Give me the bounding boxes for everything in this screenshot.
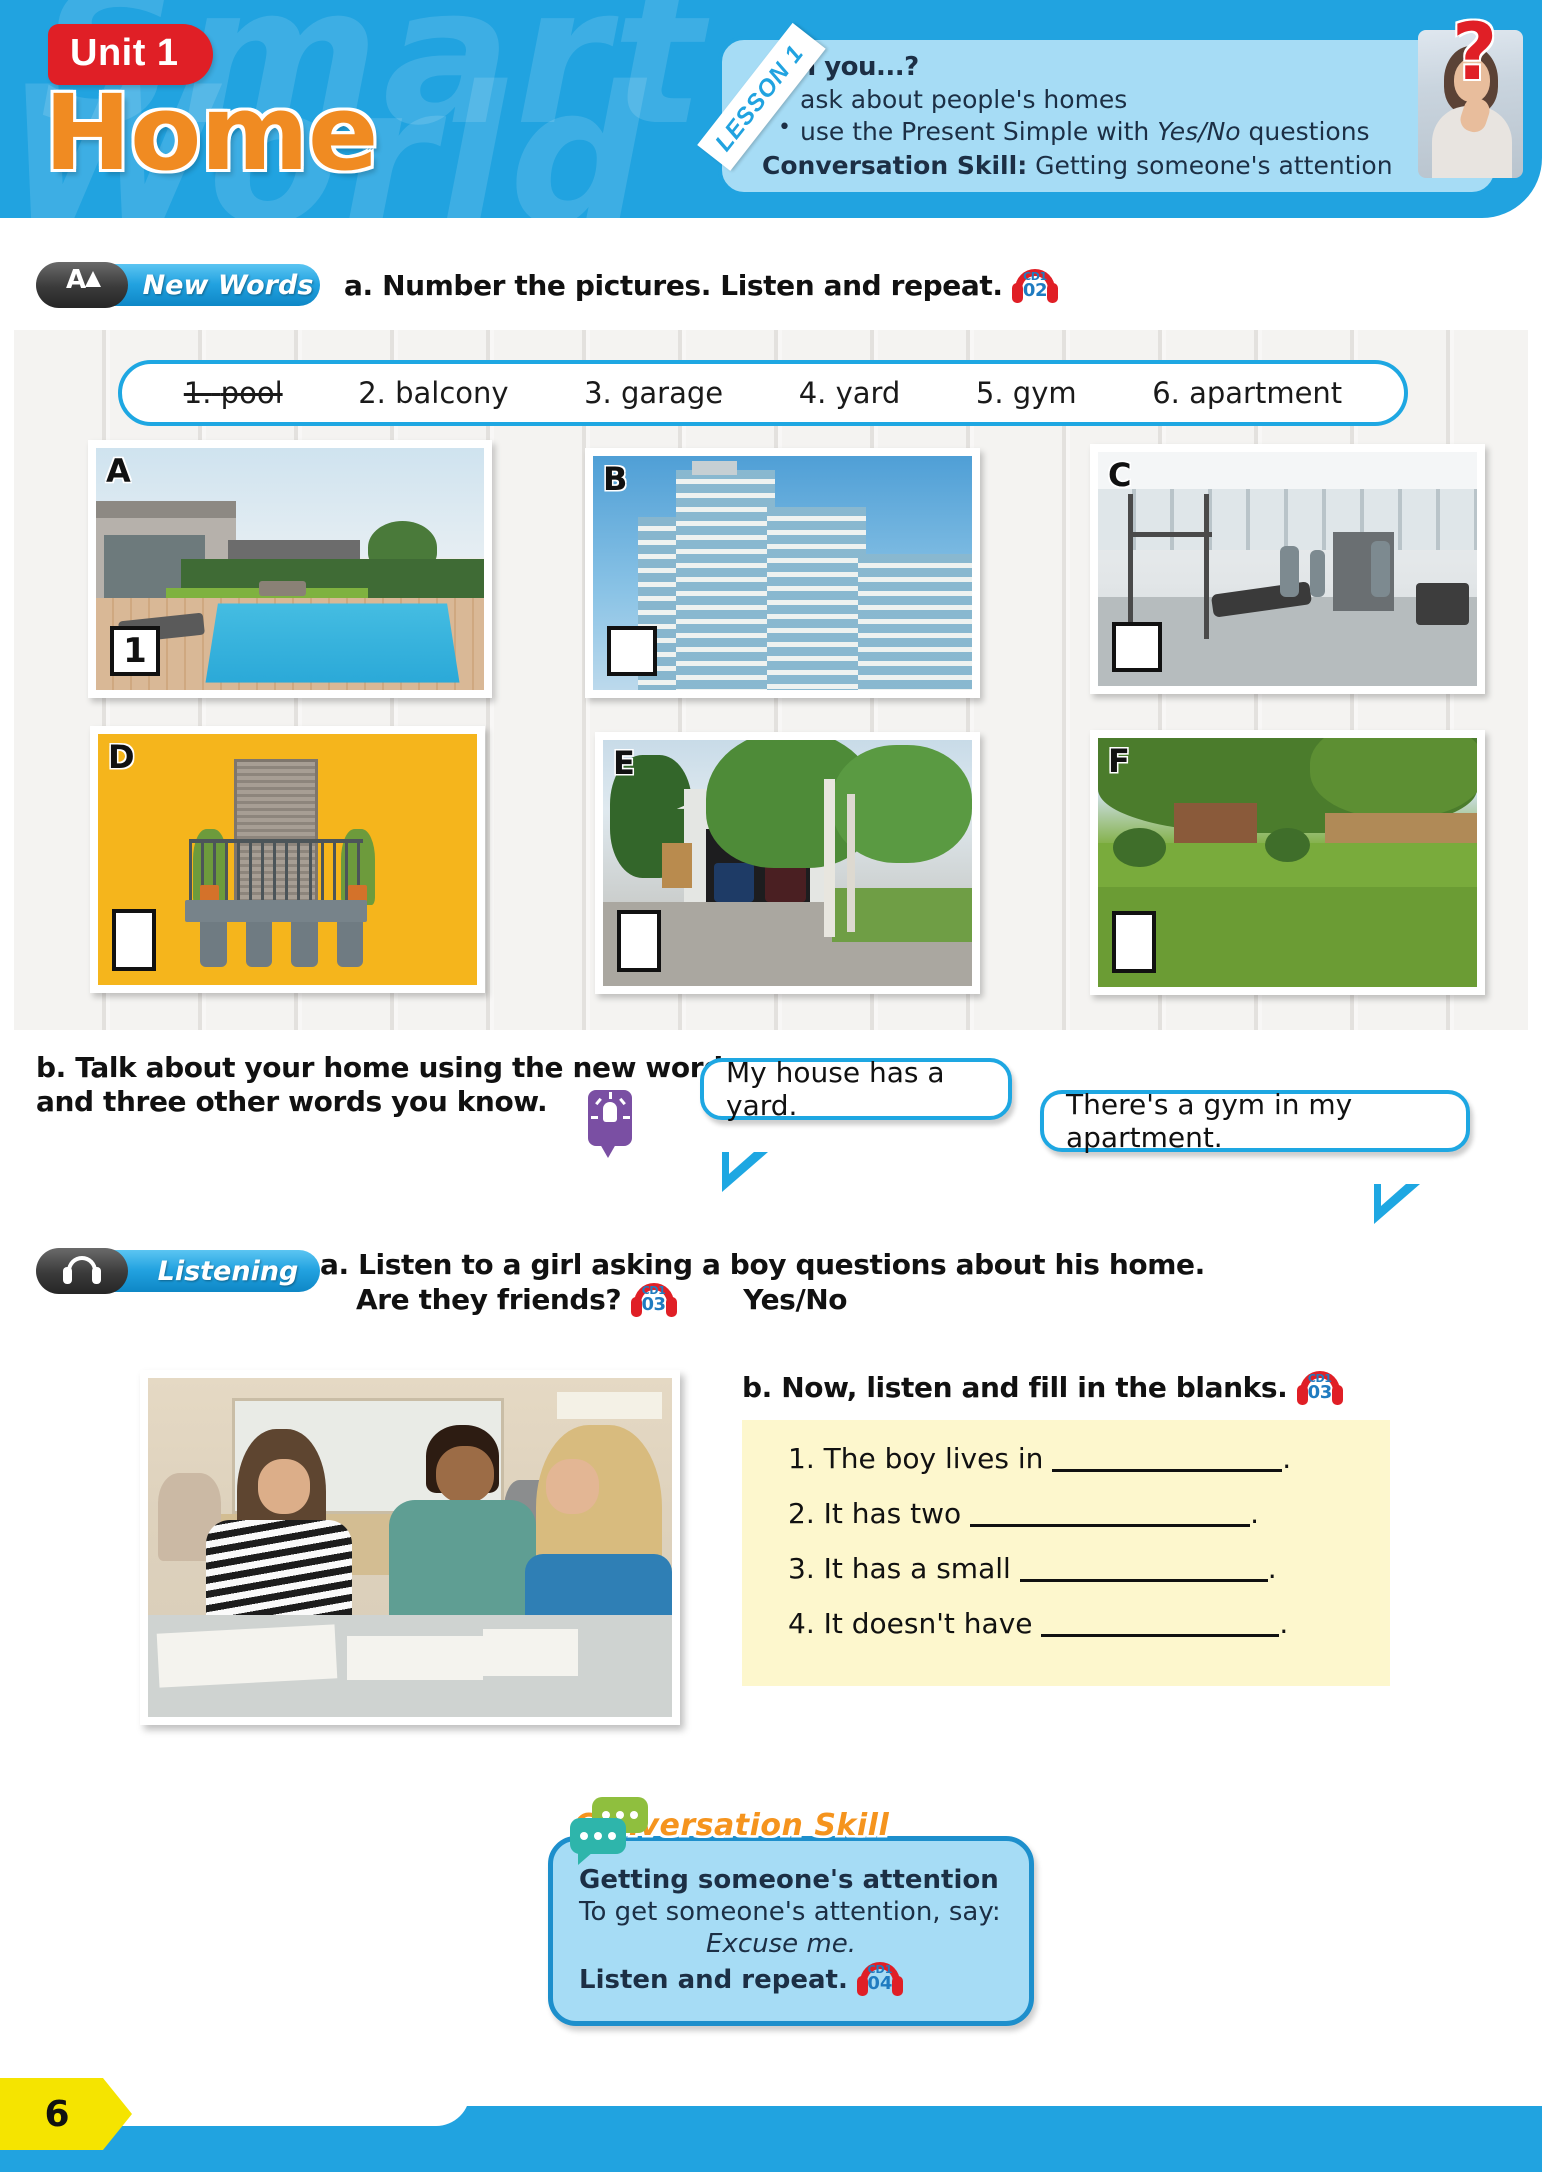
yes-no-option[interactable]: Yes/No (743, 1283, 847, 1316)
instruction-new-words-b-line1: b. Talk about your home using the new wo… (36, 1051, 740, 1084)
page-title: Home (44, 72, 378, 194)
conversation-skill-box: Getting someone's attention To get someo… (548, 1836, 1034, 2026)
conversation-skill-heading: Getting someone's attention (579, 1865, 999, 1895)
picture-letter-a: A (106, 452, 131, 490)
picture-answer-box-c[interactable] (1112, 622, 1162, 672)
picture-letter-d: D (108, 738, 135, 776)
picture-card-d[interactable]: D (90, 726, 485, 993)
blank-text-1: The boy lives in (823, 1442, 1044, 1475)
instruction-listening-a: a. Listen to a girl asking a boy questio… (320, 1248, 1205, 1318)
cd-audio-icon-listening-b[interactable]: CD1 03 (1296, 1370, 1343, 1406)
word-list-icon (36, 262, 128, 308)
instruction-new-words-a: a. Number the pictures. Listen and repea… (344, 268, 1058, 304)
instruction-new-words-a-text: a. Number the pictures. Listen and repea… (344, 269, 1003, 302)
blank-row-4: 4. It doesn't have . (788, 1607, 1289, 1640)
blank-number-2: 2. (788, 1497, 815, 1530)
picture-answer-box-e[interactable] (617, 910, 661, 972)
conversation-skill-line1: To get someone's attention, say: (579, 1897, 1001, 1927)
speech-bubble-icon-teal (570, 1818, 626, 1865)
lesson-tab-label: LESSON 1 (697, 23, 826, 171)
can-you-item-2: use the Present Simple with Yes/No quest… (778, 114, 1494, 148)
blank-number-3: 3. (788, 1552, 815, 1585)
word-item-apartment[interactable]: 6. apartment (1152, 376, 1342, 410)
conversation-skill-value: Getting someone's attention (1035, 151, 1393, 180)
word-item-yard[interactable]: 4. yard (799, 376, 901, 410)
conversation-skill-line2-text: Listen and repeat. (579, 1965, 848, 1995)
blank-number-1: 1. (788, 1442, 815, 1475)
cd-audio-icon[interactable]: CD1 02 (1011, 268, 1058, 304)
speech-bubble-2: There's a gym in my apartment. (1040, 1088, 1470, 1224)
instruction-listening-a-line2: Are they friends? (356, 1283, 622, 1317)
picture-card-c[interactable]: C (1090, 444, 1485, 694)
picture-letter-b: B (603, 460, 628, 498)
instruction-listening-a-line1: a. Listen to a girl asking a boy questio… (320, 1248, 1205, 1281)
speech-bubble-1-text: My house has a yard. (726, 1056, 945, 1122)
headphones-icon (36, 1248, 128, 1294)
blank-text-2: It has two (823, 1497, 962, 1530)
fill-in-blanks-box: 1. The boy lives in . 2. It has two . 3.… (742, 1420, 1390, 1686)
blank-input-3[interactable] (1019, 1556, 1268, 1582)
blank-row-1: 1. The boy lives in . (788, 1442, 1292, 1475)
can-you-box: Can you...? ask about people's homes use… (718, 36, 1498, 196)
picture-answer-box-b[interactable] (607, 626, 657, 676)
can-you-title: Can you...? (762, 52, 919, 82)
picture-letter-e: E (613, 744, 635, 782)
word-item-garage[interactable]: 3. garage (584, 376, 723, 410)
word-item-balcony[interactable]: 2. balcony (358, 376, 508, 410)
instruction-listening-b-text: b. Now, listen and fill in the blanks. (742, 1371, 1288, 1404)
speech-bubble-1: My house has a yard. (700, 1056, 1012, 1192)
picture-card-f[interactable]: F (1090, 730, 1485, 995)
instruction-listening-b: b. Now, listen and fill in the blanks. C… (742, 1370, 1343, 1406)
picture-card-a[interactable]: A 1 (88, 440, 492, 698)
new-words-label: New Words (142, 269, 314, 301)
blank-row-2: 2. It has two . (788, 1497, 1259, 1530)
page-number: 6 (44, 2093, 70, 2135)
classroom-photo (140, 1370, 680, 1725)
blank-number-4: 4. (788, 1607, 815, 1640)
word-item-gym[interactable]: 5. gym (976, 376, 1077, 410)
textbook-page: Smart World Unit 1 Home LESSON 1 Can you… (0, 0, 1542, 2172)
blank-input-2[interactable] (970, 1501, 1251, 1527)
cd-track-label-listening-a: 03 (641, 1294, 666, 1316)
conversation-skill-line: Conversation Skill: Getting someone's at… (762, 151, 1494, 180)
speech-bubble-2-text: There's a gym in my apartment. (1066, 1088, 1353, 1154)
instruction-new-words-b: b. Talk about your home using the new wo… (36, 1051, 739, 1119)
listening-badge: Listening (36, 1248, 326, 1294)
blank-text-4: It doesn't have (823, 1607, 1033, 1640)
picture-answer-box-a[interactable]: 1 (110, 626, 160, 676)
picture-card-e[interactable]: E (595, 732, 980, 994)
blank-text-3: It has a small (823, 1552, 1011, 1585)
word-bank: 1. pool 2. balcony 3. garage 4. yard 5. … (118, 360, 1408, 426)
cd-track-label-conversation: 04 (867, 1973, 893, 1994)
cd-track-label: 02 (1022, 280, 1048, 301)
blank-input-4[interactable] (1041, 1611, 1280, 1637)
cd-audio-icon-conversation[interactable]: CD1 04 (856, 1961, 903, 1997)
instruction-new-words-b-line2: and three other words you know. (36, 1085, 548, 1119)
cd-audio-icon-listening-a[interactable]: CD1 03 (630, 1282, 677, 1318)
picture-answer-box-f[interactable] (1112, 911, 1156, 973)
cd-track-label-listening-b: 03 (1307, 1382, 1333, 1403)
can-you-list: ask about people's homes use the Present… (778, 82, 1494, 148)
can-you-item-1: ask about people's homes (778, 82, 1494, 116)
picture-answer-box-d[interactable] (112, 909, 156, 971)
blank-input-1[interactable] (1052, 1446, 1283, 1472)
picture-letter-f: F (1108, 742, 1130, 780)
listening-label: Listening (157, 1255, 299, 1287)
lesson-tab: LESSON 1 (690, 23, 826, 171)
new-words-badge: New Words (36, 262, 326, 308)
lightbulb-icon (588, 1090, 632, 1158)
conversation-skill-phrase: Excuse me. (706, 1929, 856, 1959)
question-mark-icon: ? (1452, 8, 1498, 98)
conversation-skill-line2: Listen and repeat. CD1 04 (579, 1961, 1029, 1997)
word-item-pool[interactable]: 1. pool (184, 376, 283, 410)
picture-card-b[interactable]: B (585, 448, 980, 698)
blank-row-3: 3. It has a small . (788, 1552, 1277, 1585)
picture-letter-c: C (1108, 456, 1132, 494)
